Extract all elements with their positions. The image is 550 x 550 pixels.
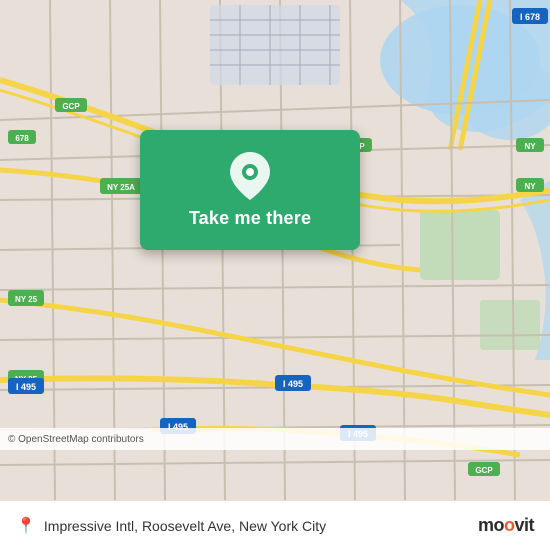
attribution-bar: © OpenStreetMap contributors (0, 428, 550, 450)
map-svg: I 495 I 495 I 495 I 678 NY 25 NY 25 NY 2… (0, 0, 550, 500)
svg-text:678: 678 (15, 134, 29, 143)
location-icon: 📍 (16, 516, 36, 536)
svg-text:NY 25: NY 25 (15, 295, 38, 304)
svg-text:NY: NY (524, 142, 536, 151)
svg-text:I 495: I 495 (283, 379, 303, 389)
attribution-text: © OpenStreetMap contributors (8, 434, 144, 445)
svg-text:GCP: GCP (475, 466, 493, 475)
svg-text:NY: NY (524, 182, 536, 191)
svg-text:I 495: I 495 (16, 382, 36, 392)
footer-location-text: Impressive Intl, Roosevelt Ave, New York… (44, 518, 326, 534)
map-container: I 495 I 495 I 495 I 678 NY 25 NY 25 NY 2… (0, 0, 550, 500)
location-pin-icon (230, 152, 270, 200)
svg-text:GCP: GCP (62, 102, 80, 111)
footer-bar: 📍 Impressive Intl, Roosevelt Ave, New Yo… (0, 500, 550, 550)
svg-text:NY 25A: NY 25A (107, 183, 135, 192)
cta-card[interactable]: Take me there (140, 130, 360, 250)
moovit-logo: moovit (478, 515, 534, 536)
cta-button-label: Take me there (189, 208, 311, 229)
svg-text:I 678: I 678 (520, 12, 540, 22)
